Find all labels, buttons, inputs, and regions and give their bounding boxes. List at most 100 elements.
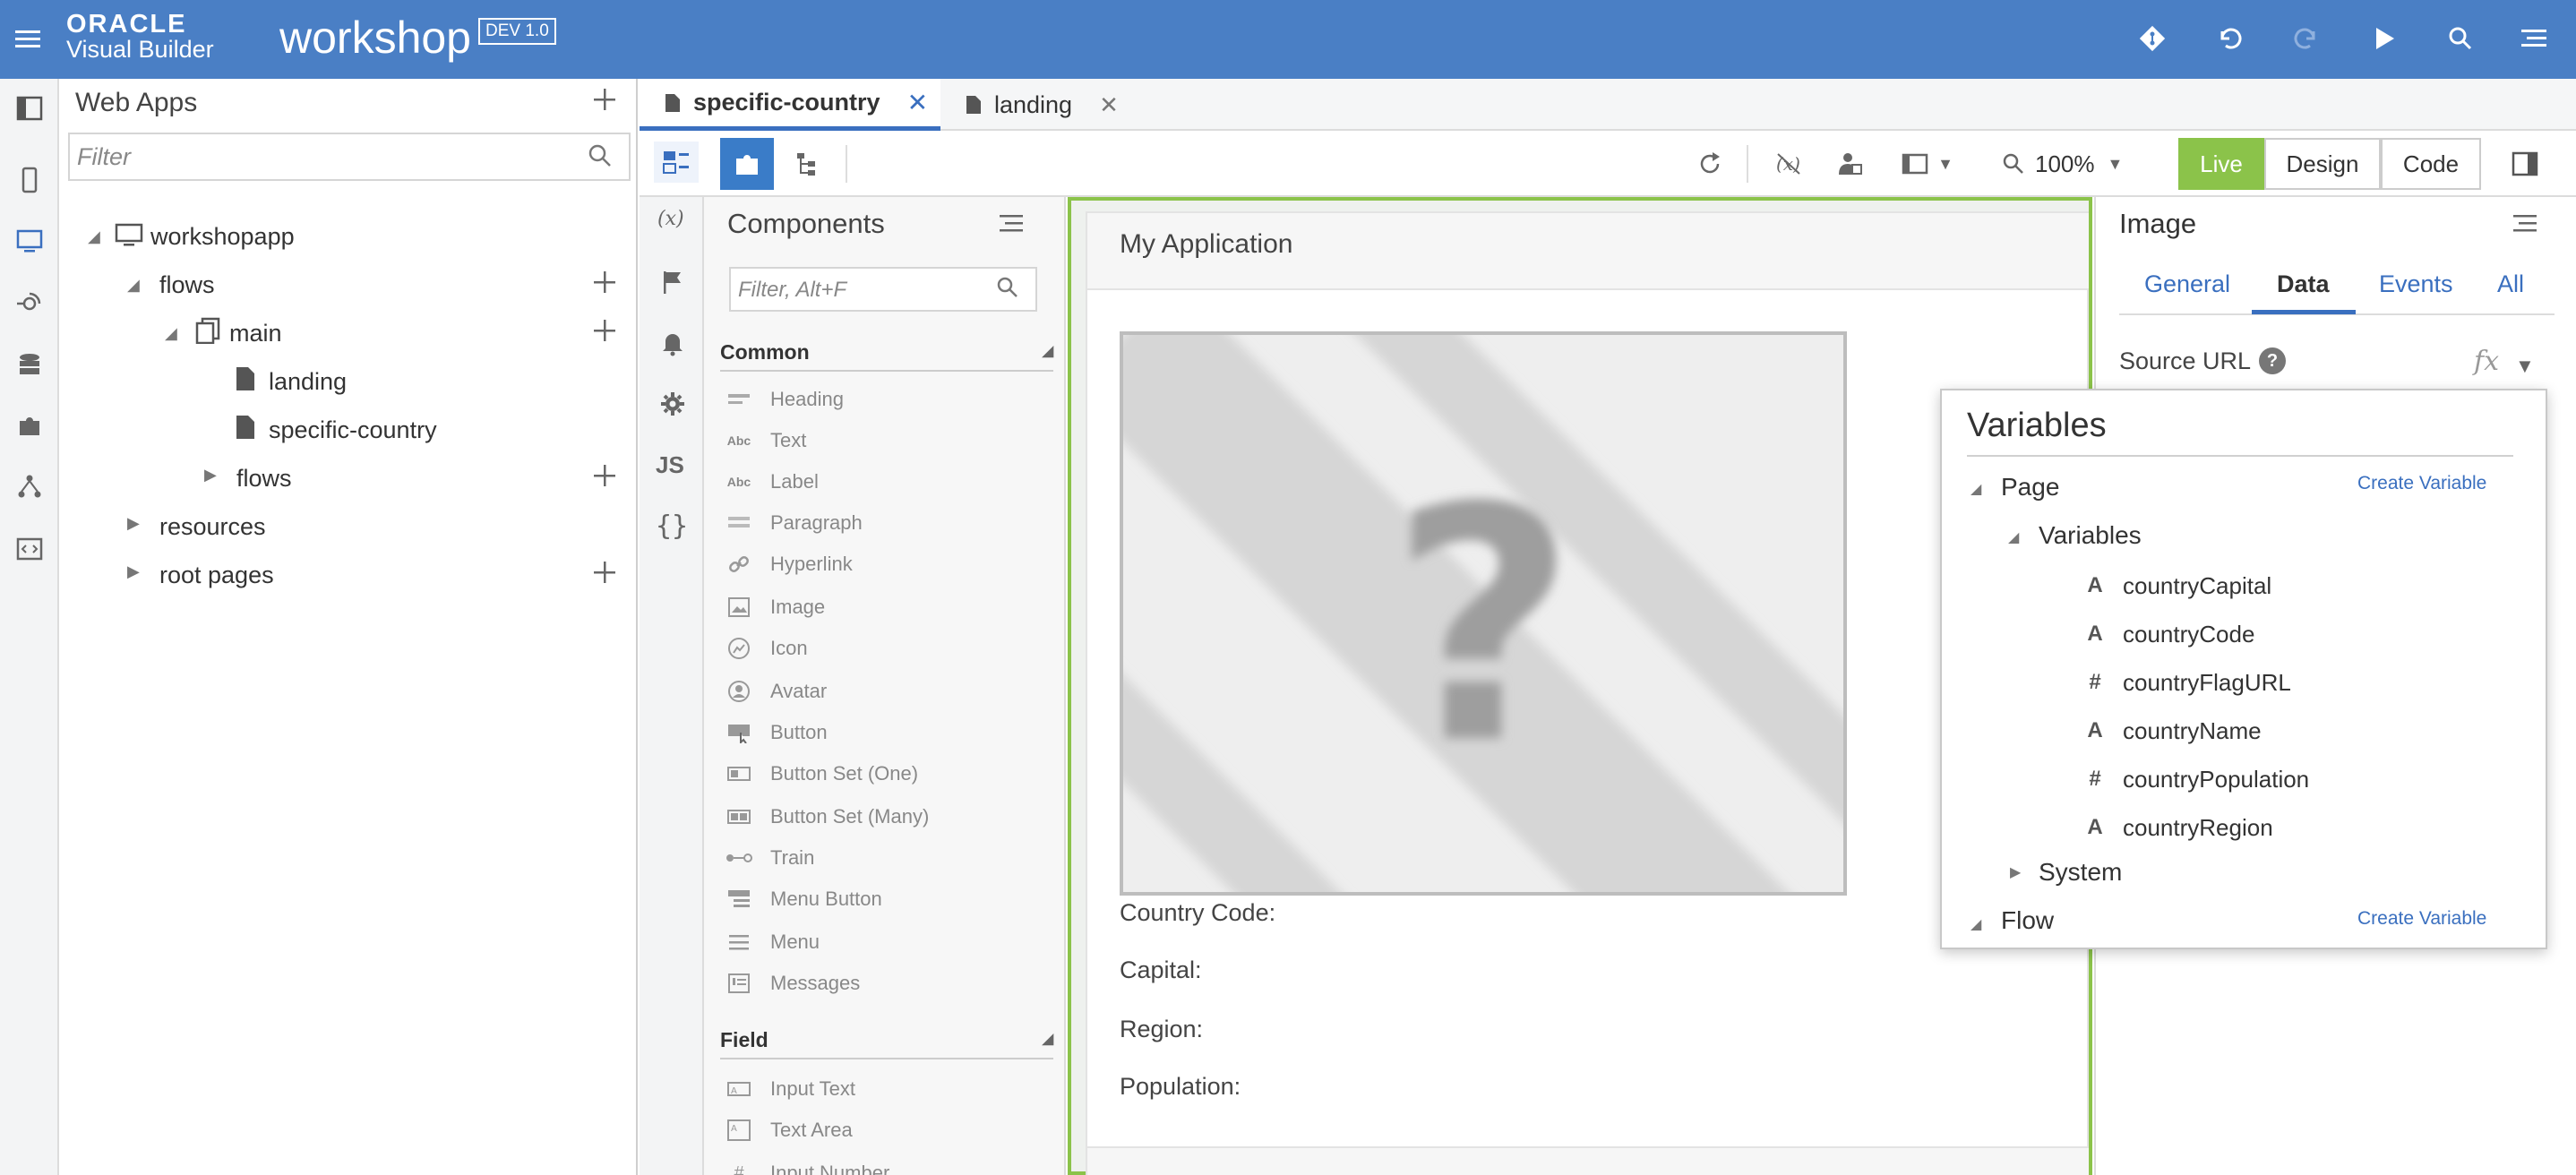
component-heading[interactable]: Heading <box>724 382 844 417</box>
page-designer-icon[interactable] <box>654 142 699 183</box>
tab-all[interactable]: All <box>2497 270 2524 298</box>
collapse-icon[interactable]: ◢ <box>1043 1030 1053 1048</box>
component-input-number[interactable]: # Input Number <box>724 1155 889 1175</box>
component-paragraph[interactable]: Paragraph <box>724 505 863 541</box>
code-mode-button[interactable]: Code <box>2381 138 2481 190</box>
business-objects-icon[interactable] <box>11 346 48 383</box>
component-hyperlink[interactable]: Hyperlink <box>724 546 853 582</box>
component-button-set-one[interactable]: Button Set (One) <box>724 756 918 792</box>
region-label[interactable]: Region: <box>1120 1016 1203 1043</box>
navigator-toggle-icon[interactable] <box>11 90 48 127</box>
component-label[interactable]: Abc Label <box>724 464 819 500</box>
group-system[interactable]: System <box>2039 858 2122 887</box>
variables-off-icon[interactable]: (x) <box>1766 138 1811 190</box>
add-flow-icon[interactable] <box>591 269 618 296</box>
menu-icon[interactable] <box>2515 20 2553 57</box>
variable-country-flag-url[interactable]: # countryFlagURL <box>2083 665 2291 700</box>
image-component[interactable]: ? <box>1120 331 1847 896</box>
add-page-icon[interactable] <box>591 317 618 344</box>
expand-toggle-icon[interactable]: ▶ <box>204 466 217 485</box>
variable-country-name[interactable]: AcountryName <box>2083 713 2261 749</box>
tab-general[interactable]: General <box>2144 270 2230 298</box>
json-icon[interactable]: {} <box>656 510 688 542</box>
tree-item-main[interactable]: main <box>229 319 282 347</box>
help-icon[interactable]: ? <box>2259 347 2286 374</box>
tab-data[interactable]: Data <box>2277 270 2330 298</box>
scope-page[interactable]: Page <box>2001 473 2059 502</box>
javascript-icon[interactable]: JS <box>656 451 684 479</box>
tree-item-landing[interactable]: landing <box>269 367 347 396</box>
collapse-toggle-icon[interactable]: ◢ <box>127 276 140 295</box>
component-button[interactable]: Button <box>724 715 828 750</box>
add-flow-icon[interactable] <box>591 462 618 489</box>
collapse-toggle-icon[interactable]: ◢ <box>1971 915 1981 933</box>
design-mode-button[interactable]: Design <box>2264 138 2381 190</box>
filter-search-icon[interactable] <box>586 142 614 170</box>
flag-icon[interactable] <box>659 269 686 296</box>
mobile-apps-icon[interactable] <box>11 161 48 199</box>
component-text[interactable]: Abc Text <box>724 423 807 459</box>
component-icon[interactable]: Icon <box>724 630 808 666</box>
component-text-area[interactable]: A Text Area <box>724 1112 853 1148</box>
section-header-common[interactable]: Common ◢ <box>720 340 1053 372</box>
device-size-dropdown[interactable]: ▼ <box>1892 138 1963 190</box>
property-menu-icon[interactable] <box>2512 211 2538 236</box>
add-root-page-icon[interactable] <box>591 559 618 586</box>
tree-item-resources[interactable]: resources <box>159 512 266 541</box>
processes-icon[interactable] <box>11 467 48 505</box>
variable-country-population[interactable]: # countryPopulation <box>2083 761 2309 797</box>
events-bell-icon[interactable] <box>659 330 686 356</box>
collapse-toggle-icon[interactable]: ◢ <box>88 227 100 246</box>
expand-toggle-icon[interactable]: ▶ <box>127 514 140 533</box>
components-menu-icon[interactable] <box>998 211 1025 236</box>
component-messages[interactable]: Messages <box>724 965 860 1001</box>
component-input-text[interactable]: A Input Text <box>724 1071 855 1107</box>
component-avatar[interactable]: Avatar <box>724 673 827 709</box>
settings-gear-icon[interactable] <box>659 390 686 417</box>
component-image[interactable]: Image <box>724 589 825 625</box>
variable-country-region[interactable]: AcountryRegion <box>2083 810 2272 845</box>
app-title[interactable]: My Application <box>1120 229 1292 260</box>
tree-item-workshopapp[interactable]: workshopapp <box>150 222 295 251</box>
git-icon[interactable] <box>2134 20 2171 57</box>
population-label[interactable]: Population: <box>1120 1073 1241 1101</box>
web-apps-filter-input[interactable]: Filter <box>68 133 631 181</box>
property-inspector-toggle-icon[interactable] <box>2503 138 2547 190</box>
components-filter-input[interactable]: Filter, Alt+F <box>729 267 1037 312</box>
country-code-label[interactable]: Country Code: <box>1120 899 1275 927</box>
tab-events[interactable]: Events <box>2379 270 2453 298</box>
user-roles-icon[interactable] <box>1827 138 1872 190</box>
collapse-toggle-icon[interactable]: ◢ <box>165 324 177 343</box>
component-menu[interactable]: Menu <box>724 924 820 960</box>
filter-search-icon[interactable] <box>994 274 1021 301</box>
variable-country-capital[interactable]: AcountryCapital <box>2083 568 2271 604</box>
close-tab-icon[interactable]: ✕ <box>907 88 928 117</box>
collapse-icon[interactable]: ◢ <box>1043 342 1053 360</box>
expand-toggle-icon[interactable]: ▶ <box>127 562 140 581</box>
collapse-toggle-icon[interactable]: ◢ <box>1971 480 1981 498</box>
tree-item-sub-flows[interactable]: flows <box>236 464 292 493</box>
create-page-variable-link[interactable]: Create Variable <box>2357 473 2486 494</box>
tab-specific-country[interactable]: specific-country ✕ <box>640 79 940 131</box>
tree-item-root-pages[interactable]: root pages <box>159 561 274 589</box>
capital-label[interactable]: Capital: <box>1120 956 1202 984</box>
redo-icon[interactable] <box>2288 20 2325 57</box>
scope-flow[interactable]: Flow <box>2001 906 2054 935</box>
tree-item-specific-country[interactable]: specific-country <box>269 416 437 444</box>
components-palette-button[interactable] <box>720 138 774 190</box>
create-flow-variable-link[interactable]: Create Variable <box>2357 908 2486 930</box>
structure-view-icon[interactable] <box>785 138 829 190</box>
web-apps-icon[interactable] <box>11 222 48 260</box>
variables-icon[interactable]: (x) <box>656 202 688 235</box>
expand-toggle-icon[interactable]: ▶ <box>2010 863 2021 881</box>
add-web-app-icon[interactable] <box>591 86 618 113</box>
chevron-down-icon[interactable]: ▼ <box>2515 355 2535 378</box>
close-tab-icon[interactable]: ✕ <box>1099 91 1119 119</box>
refresh-icon[interactable] <box>1687 138 1732 190</box>
tree-item-flows[interactable]: flows <box>159 270 215 299</box>
run-icon[interactable] <box>2365 20 2402 57</box>
variable-country-code[interactable]: AcountryCode <box>2083 616 2254 652</box>
components-icon[interactable] <box>11 407 48 444</box>
hamburger-menu-icon[interactable] <box>13 23 43 54</box>
search-icon[interactable] <box>2442 20 2479 57</box>
